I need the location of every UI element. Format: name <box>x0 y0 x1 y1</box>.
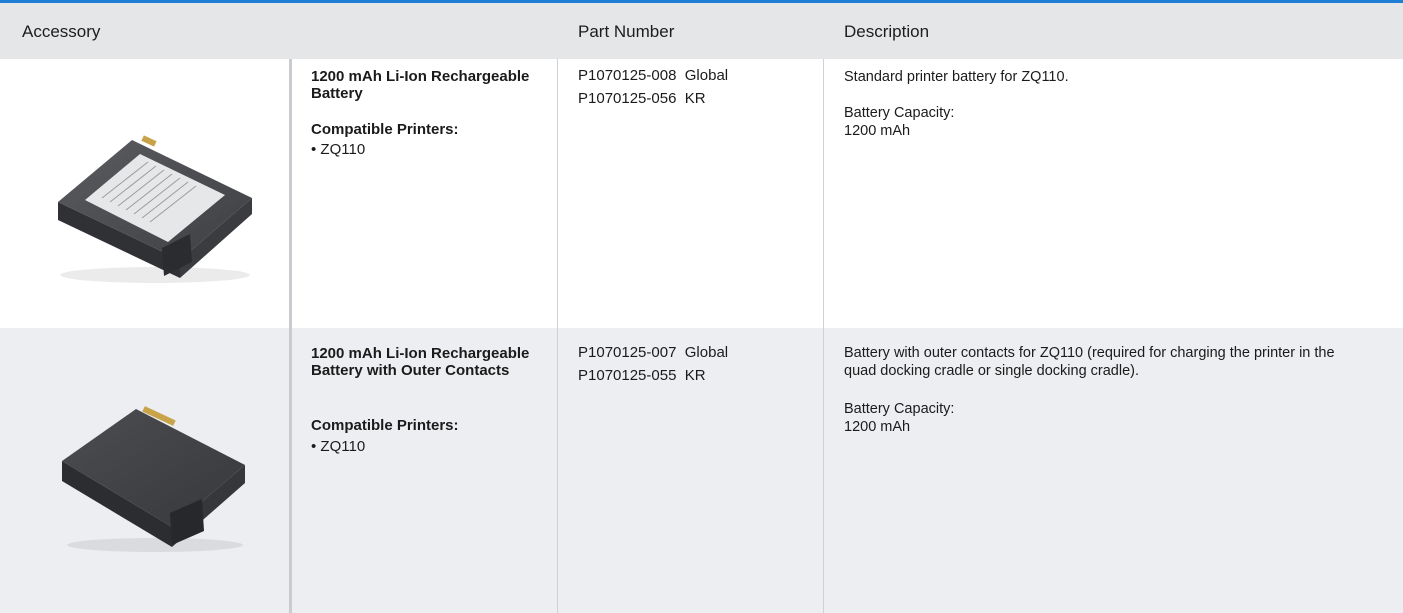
accessory-table: Accessory Part Number Description 1200 m… <box>0 0 1403 613</box>
capacity-value: 1200 mAh <box>844 123 911 139</box>
header-description: Description <box>844 22 930 41</box>
header-part-number: Part Number <box>578 22 675 41</box>
column-divider <box>557 59 558 613</box>
battery-outer-contacts-image <box>62 406 245 552</box>
capacity-label: Battery Capacity: <box>844 401 955 417</box>
part-number: P1070125-055 KR <box>578 367 706 384</box>
column-divider <box>823 59 824 613</box>
part-number: P1070125-007 Global <box>578 344 729 361</box>
battery-image <box>58 135 252 283</box>
compatible-printers-label: Compatible Printers: <box>311 417 459 434</box>
accessory-name: 1200 mAh Li-Ion Rechargeable Battery wit… <box>311 345 530 379</box>
accessory-name: 1200 mAh Li-Ion Rechargeable Battery <box>311 68 530 102</box>
part-number: P1070125-056 KR <box>578 90 706 107</box>
description-text: Standard printer battery for ZQ110. <box>844 69 1069 85</box>
capacity-label: Battery Capacity: <box>844 105 955 121</box>
compatible-printer-item: • ZQ110 <box>311 438 366 455</box>
table-header: Accessory Part Number Description <box>0 3 1403 59</box>
description-text: Battery with outer contacts for ZQ110 (r… <box>844 345 1335 379</box>
part-number: P1070125-008 Global <box>578 67 729 84</box>
column-divider <box>289 59 292 613</box>
compatible-printers-label: Compatible Printers: <box>311 121 459 138</box>
capacity-value: 1200 mAh <box>844 419 911 435</box>
compatible-printer-item: • ZQ110 <box>311 141 366 158</box>
header-accessory: Accessory <box>22 22 101 41</box>
